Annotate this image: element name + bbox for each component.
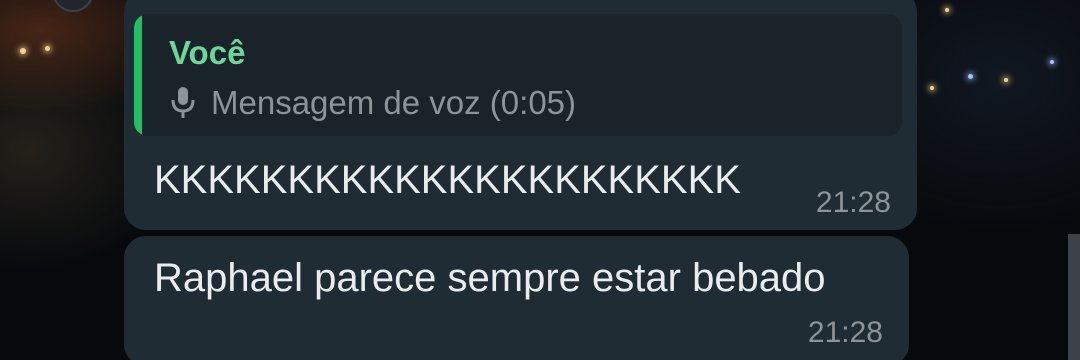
wallpaper-light [45, 46, 50, 51]
quote-accent-bar [134, 14, 142, 136]
avatar[interactable] [52, 0, 94, 12]
quoted-text: Mensagem de voz (0:05) [211, 84, 577, 121]
message-time: 21:28 [807, 316, 883, 349]
message-text: Raphael parece sempre estar bebado [154, 256, 826, 300]
wallpaper-light [20, 48, 26, 54]
wallpaper-light [1050, 60, 1054, 64]
wallpaper-light [968, 74, 973, 79]
quoted-author: Você [169, 34, 246, 71]
quoted-message[interactable]: Você Mensagem de voz (0:05) [134, 14, 902, 136]
mic-icon [169, 85, 197, 121]
message-bubble[interactable]: Raphael parece sempre estar bebado 21:28 [124, 236, 909, 360]
message-bubble[interactable]: Você Mensagem de voz (0:05) KKKKKKKKKKKK… [124, 0, 917, 230]
wallpaper-light [1004, 78, 1008, 82]
wallpaper-light [930, 86, 934, 90]
wallpaper-light [945, 8, 949, 12]
quoted-content: Mensagem de voz (0:05) [169, 84, 576, 122]
scrollbar[interactable] [1068, 234, 1080, 360]
message-time: 21:28 [815, 186, 891, 219]
message-text: KKKKKKKKKKKKKKKKKKKKKK [154, 158, 741, 202]
